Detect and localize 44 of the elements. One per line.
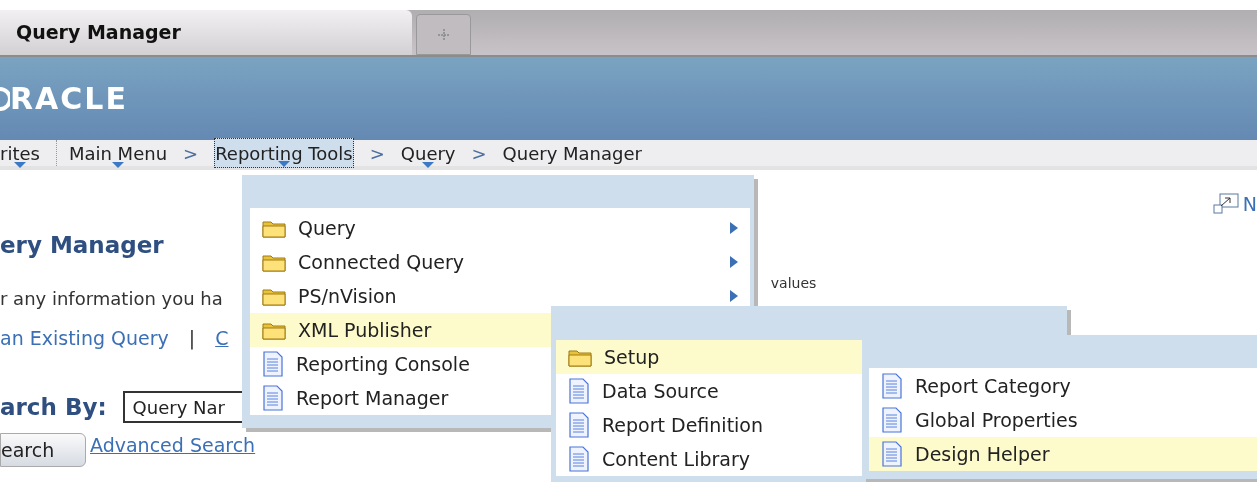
breadcrumb-link[interactable]: Main Menu — [68, 138, 168, 168]
folder-icon — [262, 218, 286, 238]
document-icon — [262, 351, 284, 377]
submenu-arrow-icon — [730, 256, 738, 268]
new-window-icon — [1212, 193, 1239, 216]
document-icon — [881, 407, 903, 433]
dropdown-caret-icon — [13, 162, 26, 168]
folder-icon — [262, 320, 286, 340]
search-button[interactable]: earch — [0, 433, 86, 467]
instructions-text: values — [770, 273, 817, 293]
breadcrumb-separator: > — [369, 141, 385, 166]
link[interactable]: an Existing Query — [0, 323, 169, 352]
document-icon — [881, 441, 903, 467]
breadcrumb-separator: > — [471, 141, 487, 166]
submenu-arrow-icon — [730, 222, 738, 234]
document-icon — [262, 385, 284, 411]
link[interactable]: C — [215, 323, 229, 352]
breadcrumb-link[interactable]: Query — [400, 138, 456, 168]
new-tab-button[interactable] — [416, 14, 471, 55]
breadcrumb-link[interactable]: Reporting Tools — [214, 138, 354, 168]
logo: RACLE — [10, 80, 128, 118]
document-icon — [881, 373, 903, 399]
logo-fragment-icon — [0, 86, 10, 111]
folder-icon — [262, 286, 286, 306]
new-window-link[interactable]: N — [1242, 190, 1257, 219]
folder-icon — [568, 347, 592, 367]
search-by-label: arch By: — [0, 393, 107, 422]
document-icon — [568, 378, 590, 404]
advanced-search-link[interactable]: Advanced Search — [90, 430, 256, 459]
link-divider: | — [188, 325, 196, 352]
document-icon — [568, 446, 590, 472]
breadcrumb-link[interactable]: Query Manager — [502, 138, 642, 168]
browser-tab[interactable]: Query Manager — [0, 10, 412, 55]
page-heading: ery Manager — [0, 231, 164, 260]
plus-icon — [437, 28, 450, 41]
menu-item[interactable]: Design Helper — [869, 437, 1257, 471]
submenu-arrow-icon — [730, 290, 738, 302]
dropdown-caret-icon — [112, 162, 124, 168]
document-icon — [568, 412, 590, 438]
breadcrumb-separator: > — [183, 141, 199, 166]
instructions-text: r any information you ha — [0, 286, 223, 311]
breadcrumb-link[interactable]: rites — [0, 138, 40, 168]
folder-icon — [262, 252, 286, 272]
dropdown-caret-icon — [422, 162, 435, 168]
